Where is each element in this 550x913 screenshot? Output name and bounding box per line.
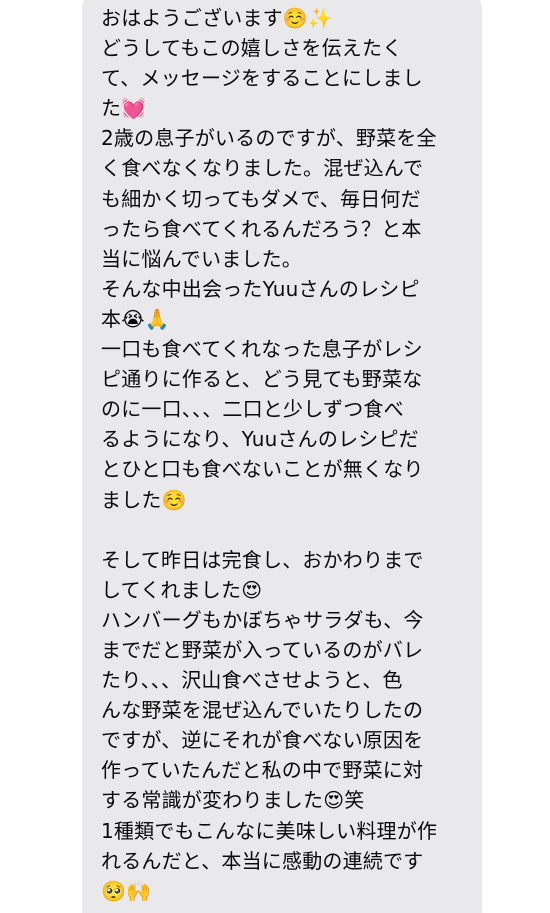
message-line: のに一口、、、二口と少しずつ食べ bbox=[101, 397, 404, 422]
message-line: ハンバーグもかぼちゃサラダも、今 bbox=[101, 607, 424, 632]
message-line: た💓 bbox=[101, 96, 147, 121]
message-line: ったら食べてくれるんだろう？と本 bbox=[101, 216, 422, 241]
message-line: する常識が変わりました😍笑 bbox=[101, 788, 365, 813]
message-line: も細かく切ってもダメで、毎日何だ bbox=[101, 186, 421, 211]
message-line: 2歳の息子がいるのですが、野菜を全 bbox=[101, 126, 437, 151]
message-line: してくれました😍 bbox=[101, 577, 263, 602]
message-line: ました☺️ bbox=[101, 487, 187, 512]
message-line: て、メッセージをすることにしまし bbox=[101, 66, 423, 91]
message-text: おはようございます☺️✨ どうしてもこの嬉しさを伝えたく て、メッセージをするこ… bbox=[101, 3, 473, 906]
message-line: ピ通りに作ると、どう見ても野菜な bbox=[101, 367, 423, 392]
message-line: そんな中出会ったYuuさんのレシピ bbox=[101, 276, 420, 301]
message-line: までだと野菜が入っているのがバレ bbox=[101, 637, 424, 662]
message-line: ですが、逆にそれが食べない原因を bbox=[101, 728, 424, 753]
message-line: 当に悩んでいました。 bbox=[101, 246, 302, 271]
message-line: そして昨日は完食し、おかわりまで bbox=[101, 547, 424, 572]
message-line: 一口も食べてくれなった息子がレシ bbox=[101, 337, 423, 362]
message-line: く食べなくなりました。混ぜ込んで bbox=[101, 156, 424, 181]
message-line: たり、、、沢山食べさせようと、色 bbox=[101, 668, 403, 693]
message-line: んな野菜を混ぜ込んでいたりしたの bbox=[101, 698, 424, 723]
message-line: とひと口も食べないことが無くなり bbox=[101, 457, 424, 482]
message-line: るようになり、Yuuさんのレシピだ bbox=[101, 427, 419, 452]
message-line: おはようございます☺️✨ bbox=[101, 6, 334, 30]
message-line: 作っていたんだと私の中で野菜に対 bbox=[101, 758, 424, 783]
message-line: どうしてもこの嬉しさを伝えたく bbox=[101, 36, 403, 61]
message-line: 🥺🙌 bbox=[101, 878, 152, 903]
chat-screen: おはようございます☺️✨ どうしてもこの嬉しさを伝えたく て、メッセージをするこ… bbox=[0, 0, 550, 913]
message-line: 1種類でもこんなに美味しい料理が作 bbox=[101, 818, 438, 843]
message-line: れるんだと、本当に感動の連続です bbox=[101, 848, 424, 873]
message-line: 本😭🙏 bbox=[101, 306, 170, 331]
